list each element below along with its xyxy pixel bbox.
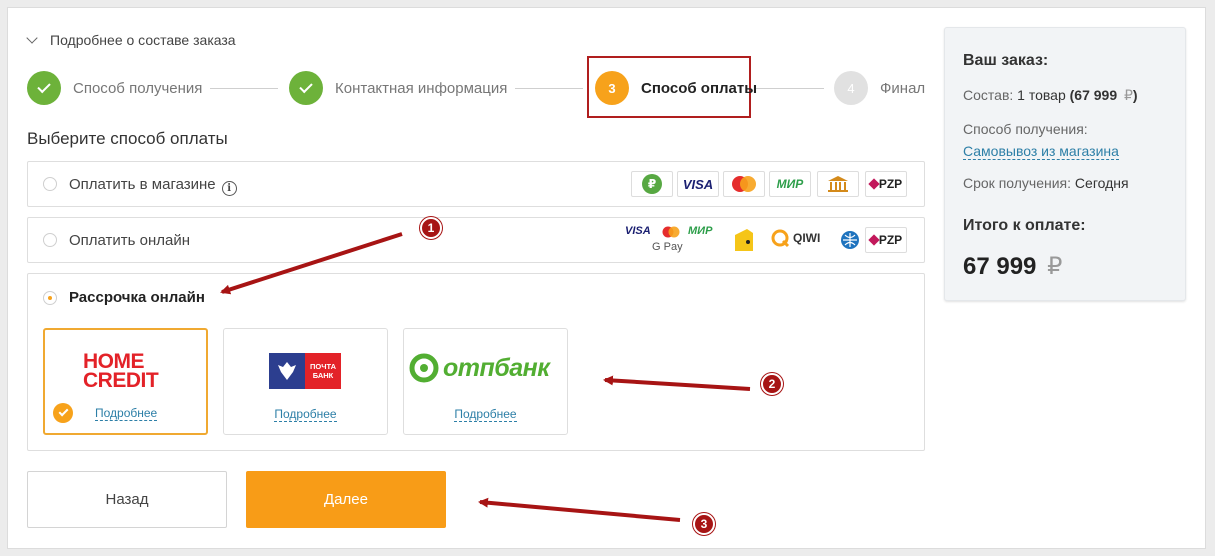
annotation-marker-1: 1 <box>420 217 442 239</box>
annotation-arrow-1 <box>220 232 403 295</box>
annotation-marker-2: 2 <box>761 373 783 395</box>
annotation-arrow-2 <box>603 375 751 391</box>
annotation-arrow-3 <box>478 497 681 522</box>
annotation-arrows <box>220 232 751 522</box>
annotation-marker-3: 3 <box>693 513 715 535</box>
